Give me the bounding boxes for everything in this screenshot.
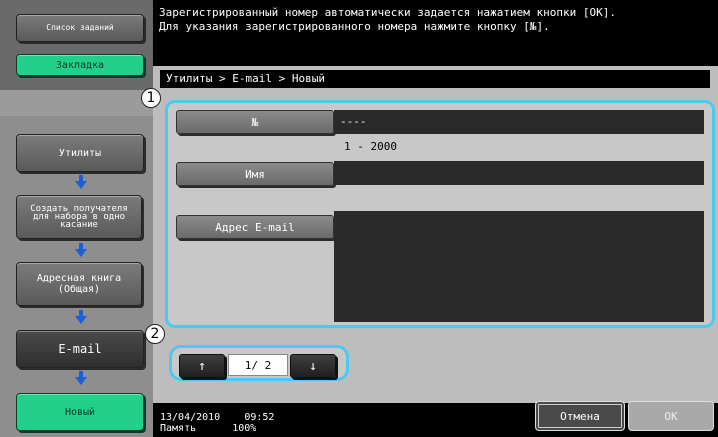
name-label: Имя bbox=[245, 167, 265, 181]
arrow-down-icon bbox=[75, 371, 87, 385]
sidebar-step-utilities[interactable]: Утилиты bbox=[16, 134, 144, 172]
arrow-down-icon bbox=[75, 175, 87, 189]
bookmark-button[interactable]: Закладка bbox=[16, 54, 144, 76]
sidebar-step-label: Новый bbox=[64, 406, 96, 418]
arrow-down-icon bbox=[75, 243, 87, 257]
email-field[interactable] bbox=[334, 211, 704, 322]
callout-1: 1 bbox=[141, 88, 161, 108]
number-button[interactable]: № bbox=[176, 110, 334, 134]
email-button[interactable]: Адрес E-mail bbox=[176, 215, 334, 239]
number-range: 1 - 2000 bbox=[344, 140, 397, 153]
date: 13/04/2010 bbox=[160, 412, 221, 423]
name-field[interactable] bbox=[334, 161, 704, 185]
down-arrow-icon: ↓ bbox=[309, 358, 317, 374]
name-button[interactable]: Имя bbox=[176, 162, 334, 186]
sidebar-step-label: Утилиты bbox=[58, 147, 102, 159]
page-down-button[interactable]: ↓ bbox=[290, 354, 336, 378]
job-list-label: Список заданий bbox=[46, 23, 114, 32]
instruction-message: Зарегистрированный номер автоматически з… bbox=[153, 0, 718, 66]
sidebar-step-email[interactable]: E-mail bbox=[16, 330, 144, 368]
breadcrumb: Утилиты > E-mail > Новый bbox=[160, 70, 710, 88]
cancel-label: Отмена bbox=[560, 409, 600, 423]
job-list-button[interactable]: Список заданий bbox=[16, 14, 144, 42]
sidebar-step-label: Создать получателя для набора в одно кас… bbox=[30, 204, 128, 230]
sidebar-step-one-touch[interactable]: Создать получателя для набора в одно кас… bbox=[16, 195, 142, 239]
sidebar: Список заданий Закладка Утилиты Создать … bbox=[0, 0, 153, 437]
arrow-down-icon bbox=[75, 310, 87, 324]
instruction-line-1: Зарегистрированный номер автоматически з… bbox=[159, 6, 616, 19]
sidebar-step-label: Адресная книга (Общая) bbox=[36, 273, 122, 295]
sidebar-step-label: E-mail bbox=[58, 342, 102, 356]
number-label: № bbox=[251, 115, 259, 129]
instruction-line-2: Для указания зарегистрированного номера … bbox=[159, 20, 550, 33]
cancel-button[interactable]: Отмена bbox=[535, 401, 625, 431]
page-up-button[interactable]: ↑ bbox=[179, 354, 225, 378]
number-field: ---- bbox=[334, 110, 704, 134]
page-indicator: 1/ 2 bbox=[228, 354, 288, 376]
up-arrow-icon: ↑ bbox=[198, 358, 206, 374]
number-value: ---- bbox=[340, 115, 367, 128]
sidebar-step-address-book[interactable]: Адресная книга (Общая) bbox=[16, 262, 142, 306]
bookmark-label: Закладка bbox=[55, 59, 105, 71]
screen: Список заданий Закладка Утилиты Создать … bbox=[0, 0, 718, 437]
memory-value: 100% bbox=[232, 423, 257, 434]
time: 09:52 bbox=[244, 412, 275, 423]
date-time: 13/04/2010 09:52 Память 100% bbox=[160, 412, 274, 434]
ok-button[interactable]: OK bbox=[628, 401, 714, 431]
sidebar-mid-strip bbox=[0, 90, 153, 116]
callout-2: 2 bbox=[145, 324, 165, 344]
sidebar-step-new[interactable]: Новый bbox=[16, 393, 144, 431]
email-label: Адрес E-mail bbox=[215, 220, 295, 234]
ok-label: OK bbox=[664, 409, 678, 423]
memory-label: Память bbox=[160, 423, 197, 434]
